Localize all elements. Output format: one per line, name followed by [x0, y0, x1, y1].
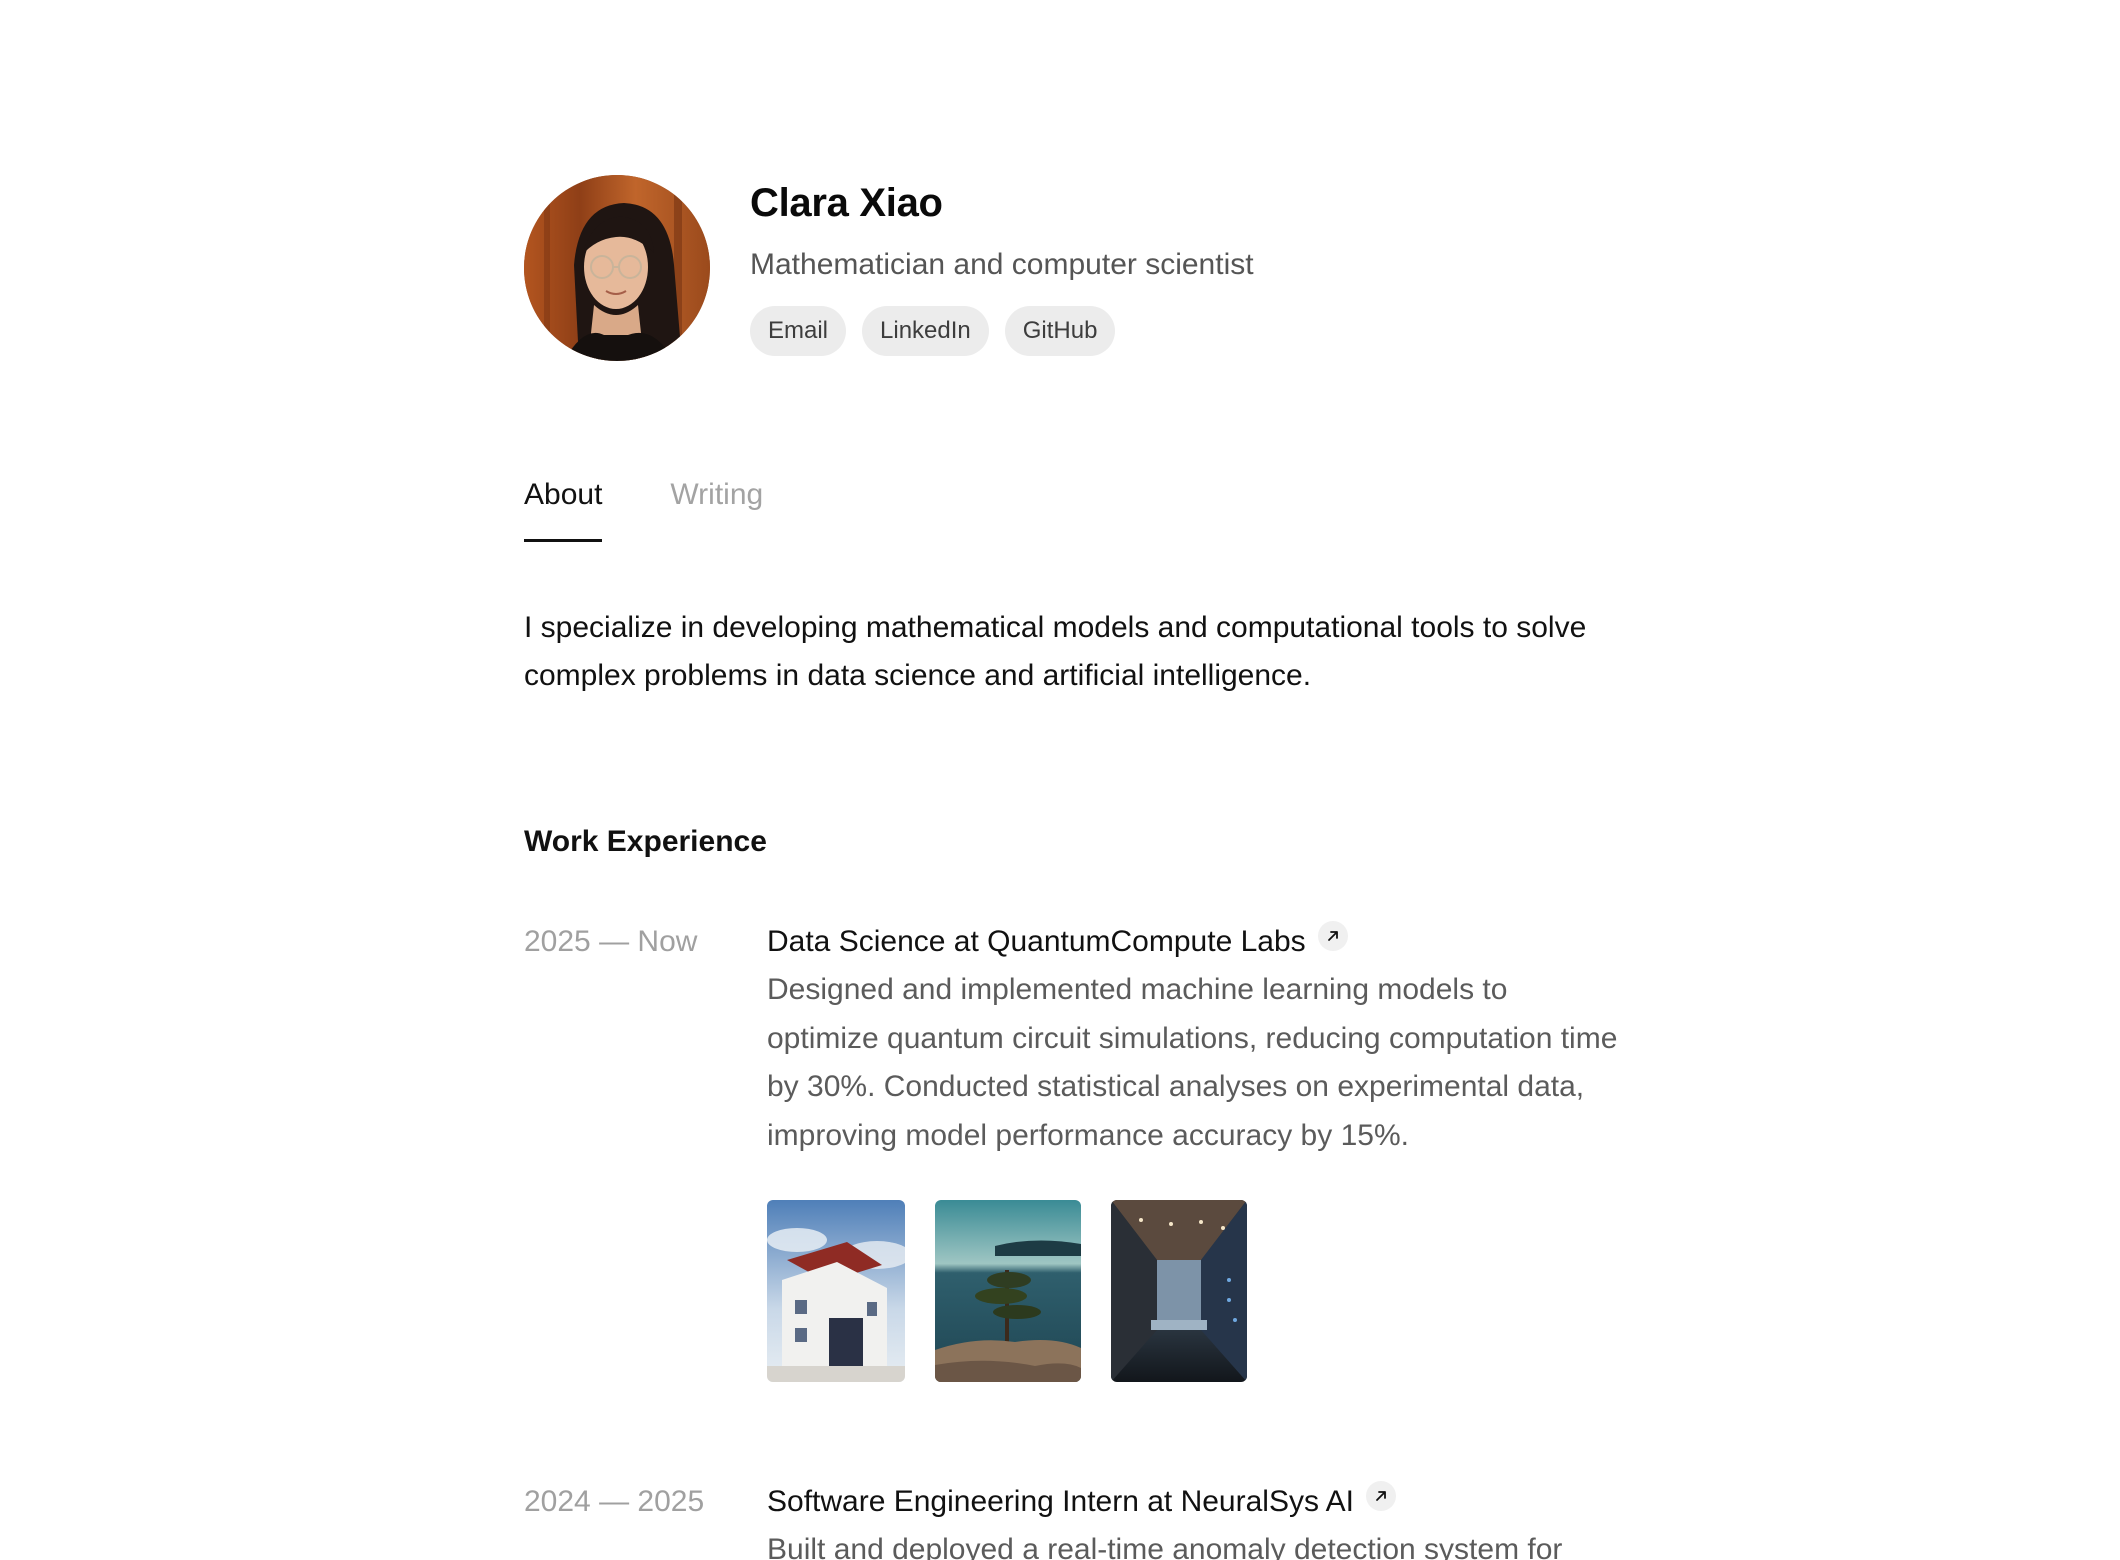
- avatar: [524, 175, 710, 361]
- job-period: 2024 — 2025: [524, 1485, 705, 1518]
- tab-writing[interactable]: Writing: [670, 478, 763, 542]
- tab-bar: About Writing: [524, 478, 763, 542]
- email-link-button[interactable]: Email: [750, 306, 847, 356]
- arrow-up-right-icon[interactable]: [1317, 921, 1348, 951]
- job-description: Built and deployed a real-time anomaly d…: [767, 1533, 1563, 1560]
- job-gallery: [767, 1200, 1624, 1382]
- job-title: Data Science at QuantumCompute Labs: [767, 925, 1306, 958]
- job-body: Software Engineering Intern at NeuralSys…: [767, 1478, 1624, 1560]
- arrow-up-right-icon[interactable]: [1366, 1481, 1396, 1511]
- work-experience-heading: Work Experience: [524, 825, 767, 858]
- about-text: I specialize in developing mathematical …: [524, 611, 1587, 692]
- profile-tagline: Mathematician and computer scientist: [750, 248, 1254, 281]
- github-link-button[interactable]: GitHub: [1004, 306, 1116, 356]
- profile-header: Clara Xiao Mathematician and computer sc…: [524, 175, 1624, 365]
- gallery-image-lab[interactable]: [1111, 1200, 1247, 1382]
- gallery-image-building[interactable]: [767, 1200, 905, 1382]
- job-title-link[interactable]: Software Engineering Intern at NeuralSys…: [767, 1478, 1624, 1526]
- job-body: Data Science at QuantumCompute Labs Desi…: [767, 918, 1624, 1382]
- profile-links: Email LinkedIn GitHub: [750, 306, 1116, 356]
- job-title-link[interactable]: Data Science at QuantumCompute Labs: [767, 918, 1624, 966]
- job-period: 2025 — Now: [524, 925, 698, 958]
- profile-name: Clara Xiao: [750, 181, 943, 225]
- tab-about[interactable]: About: [524, 478, 603, 542]
- linkedin-link-button[interactable]: LinkedIn: [862, 306, 989, 356]
- job-title: Software Engineering Intern at NeuralSys…: [767, 1485, 1354, 1518]
- gallery-image-tree[interactable]: [935, 1200, 1081, 1382]
- job-description: Designed and implemented machine learnin…: [767, 973, 1618, 1152]
- page: Clara Xiao Mathematician and computer sc…: [0, 0, 2120, 1560]
